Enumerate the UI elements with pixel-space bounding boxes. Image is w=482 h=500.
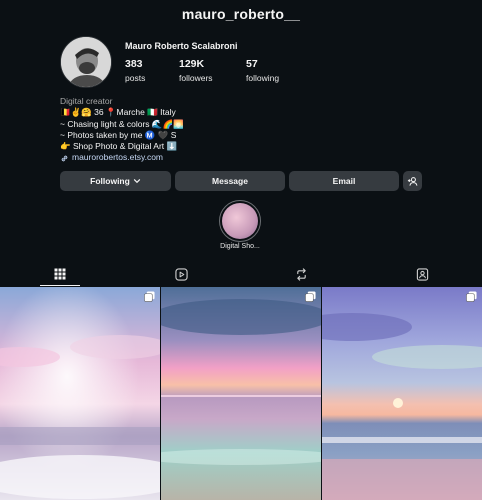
message-button-label: Message [212, 176, 248, 186]
tab-reposts[interactable] [281, 262, 321, 286]
bio-line: ~ Photos taken by me Ⓜ️ 🖤 S [60, 129, 177, 140]
followers-count: 129K [179, 58, 205, 70]
posts-count: 383 [125, 58, 143, 70]
tab-tagged[interactable] [402, 262, 442, 286]
post-thumbnail[interactable] [322, 287, 482, 500]
posts-grid-icon [54, 268, 66, 279]
carousel-icon [144, 291, 155, 302]
stat-followers[interactable]: 129K followers [179, 58, 213, 83]
post-thumbnail[interactable] [0, 287, 160, 500]
post-image [0, 287, 160, 500]
avatar[interactable] [60, 36, 112, 88]
profile-username: mauro_roberto__ [181, 6, 301, 22]
story-highlight[interactable] [219, 200, 261, 242]
bio-line: 🇧🇪✌️🤗 36 📍Marche 🇮🇹 Italy [60, 107, 176, 118]
following-button[interactable]: Following [60, 171, 171, 191]
carousel-icon [305, 291, 316, 302]
suggested-users-button[interactable] [403, 171, 422, 191]
bio-category: Digital creator [60, 96, 113, 106]
stat-following[interactable]: 57 following [246, 58, 279, 83]
post-thumbnail[interactable] [161, 287, 321, 500]
add-user-icon [407, 176, 418, 186]
post-image [322, 287, 482, 500]
following-button-label: Following [90, 176, 130, 186]
highlight-cover [222, 203, 258, 239]
following-count: 57 [246, 58, 258, 70]
reposts-icon [296, 267, 306, 281]
tagged-icon [416, 267, 428, 281]
avatar-photo [61, 37, 111, 87]
bio-line: ~ Chasing light & colors 🌊🌈🌅 [60, 118, 184, 129]
carousel-icon [466, 291, 477, 302]
bio-link[interactable]: maurorobertos.etsy.com [60, 152, 184, 163]
following-label: following [246, 73, 280, 83]
email-button-label: Email [332, 176, 356, 186]
highlight-label: Digital Sho... [220, 243, 260, 250]
email-button[interactable]: Email [289, 171, 399, 191]
link-icon [61, 155, 68, 161]
tab-posts[interactable] [40, 262, 80, 286]
post-image [161, 287, 321, 500]
followers-label: followers [179, 73, 213, 83]
bio-link-text: maurorobertos.etsy.com [72, 152, 164, 163]
profile-tabs [0, 262, 482, 286]
profile-bio: Digital creator 🇧🇪✌️🤗 36 📍Marche 🇮🇹 Ital… [60, 96, 184, 164]
profile-full-name: Mauro Roberto Scalabroni [125, 41, 238, 51]
message-button[interactable]: Message [175, 171, 285, 191]
posts-grid [0, 287, 482, 500]
posts-label: posts [125, 73, 146, 83]
stat-posts: 383 posts [125, 58, 145, 83]
bio-line: 👉 Shop Photo & Digital Art ⬇️ [60, 141, 178, 152]
reels-icon [174, 267, 188, 281]
chevron-down-icon [133, 179, 140, 184]
tab-reels[interactable] [161, 262, 201, 286]
